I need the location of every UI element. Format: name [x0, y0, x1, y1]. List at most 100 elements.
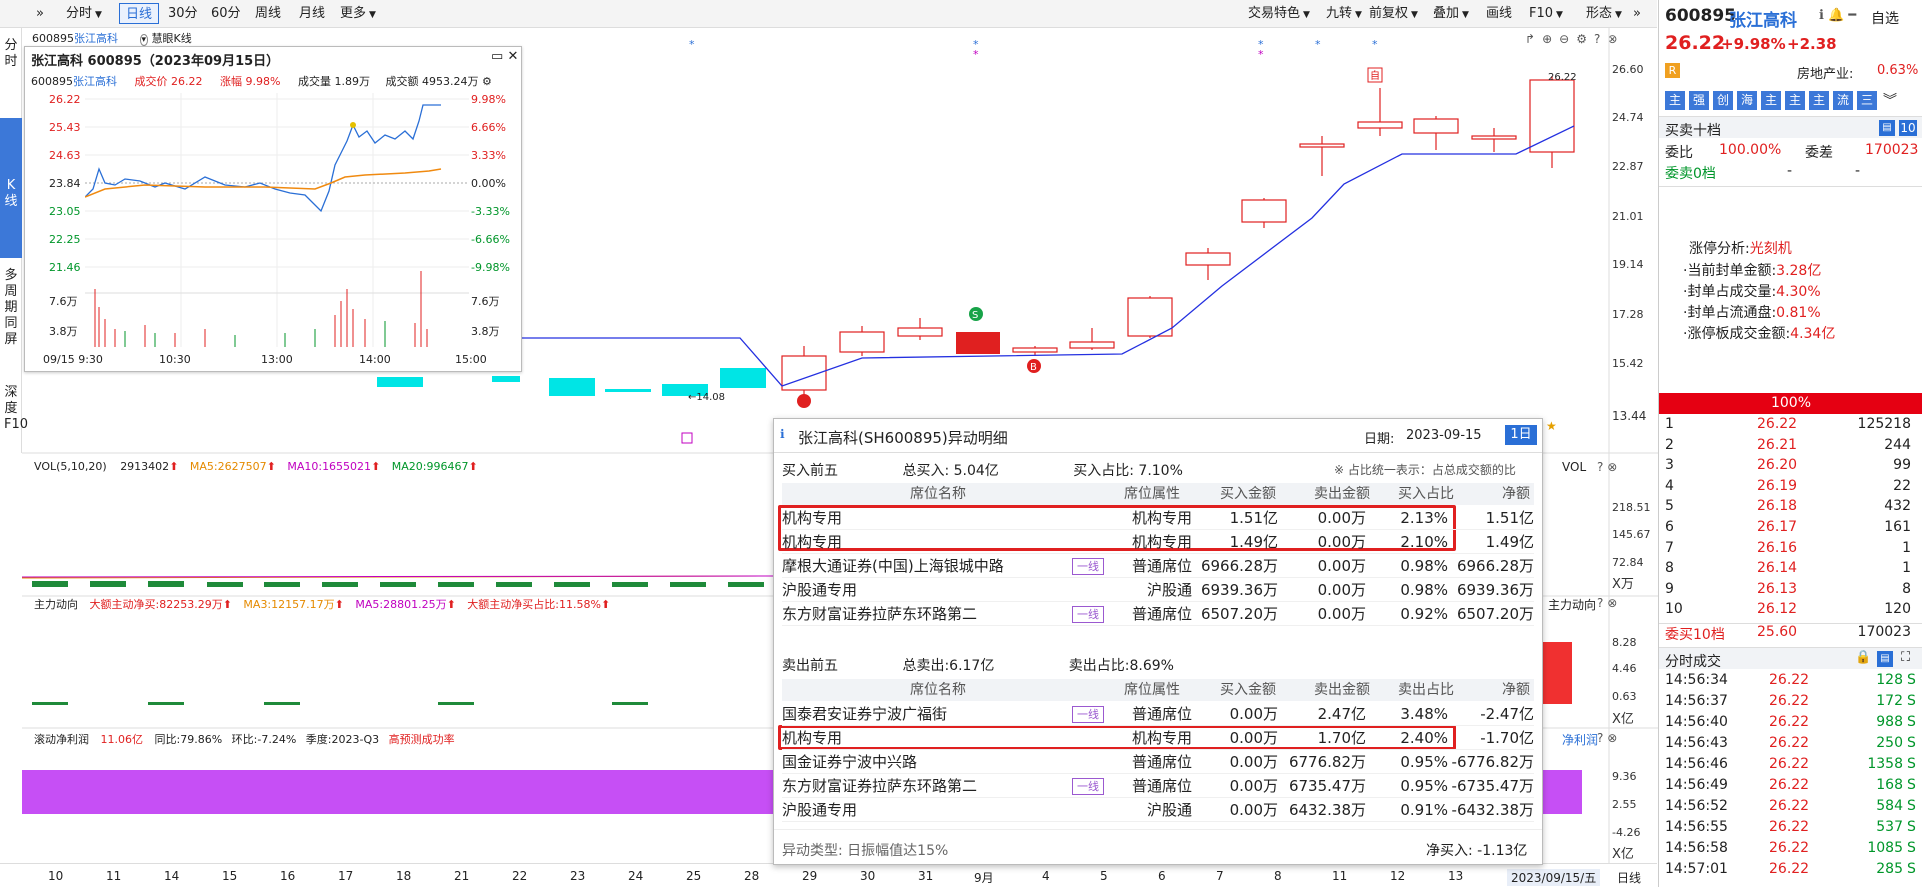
table-row[interactable]: 东方财富证券拉萨东环路第二 一线 普通席位 6507.20万 0.00万 0.92% 650…: [782, 602, 1534, 626]
rp-industry[interactable]: 房地产业:: [1797, 63, 1853, 82]
table-row[interactable]: 沪股通专用 沪股通 0.00万 6432.38万 0.91% -6432.38万: [782, 798, 1534, 822]
info-icon[interactable]: ℹ: [1819, 8, 1824, 23]
tab-side-intraday[interactable]: 分时: [0, 38, 22, 78]
quick-button[interactable]: 主: [1809, 91, 1829, 110]
tab-30min[interactable]: 30分: [162, 3, 204, 24]
ob-depth-button[interactable]: 10: [1899, 120, 1917, 136]
x-period[interactable]: 日线: [1617, 869, 1641, 886]
table-row[interactable]: 国金证券宁波中兴路 普通席位 0.00万 6776.82万 0.95% -6776.82万: [782, 750, 1534, 774]
seat-tag[interactable]: 一线: [1072, 778, 1104, 795]
lock-icon[interactable]: 🔒: [1855, 650, 1871, 665]
seat-name[interactable]: 沪股通专用: [782, 798, 857, 822]
bid-row[interactable]: 5 26.18 432: [1663, 498, 1919, 519]
quick-button[interactable]: 三: [1857, 91, 1877, 110]
menu-adjust[interactable]: 前复权 ▼: [1363, 3, 1424, 24]
chevron-double-down-icon[interactable]: ︾: [1883, 90, 1897, 110]
bid-row[interactable]: 10 26.12 120: [1663, 601, 1919, 622]
table-row[interactable]: 国泰君安证券宁波广福街 一线 普通席位 0.00万 2.47亿 3.48% -2.47亿: [782, 702, 1534, 726]
expand-icon[interactable]: »: [1627, 3, 1647, 24]
tab-intraday[interactable]: 分时 ▼: [60, 3, 108, 24]
quick-button[interactable]: 海: [1737, 91, 1757, 110]
help-icon[interactable]: ?: [1597, 731, 1603, 745]
menu-draw[interactable]: 画线: [1480, 3, 1518, 24]
tick-volume: 168: [1876, 777, 1903, 793]
tab-monthly[interactable]: 月线: [293, 3, 331, 24]
flow-tick: 8.28: [1612, 636, 1637, 649]
close-icon[interactable]: ⊗: [1607, 460, 1617, 474]
bid-volume: 1: [1902, 560, 1911, 577]
collapse-icon[interactable]: »: [30, 3, 50, 24]
menu-overlay[interactable]: 叠加 ▼: [1427, 3, 1475, 24]
tab-weekly[interactable]: 周线: [249, 3, 287, 24]
quick-button[interactable]: 创: [1713, 91, 1733, 110]
tab-side-f10[interactable]: 深度F10: [0, 385, 28, 475]
bid-row[interactable]: 4 26.19 22: [1663, 478, 1919, 499]
tab-more[interactable]: 更多 ▼: [334, 3, 382, 24]
quick-button[interactable]: 主: [1761, 91, 1781, 110]
bid-row[interactable]: 3 26.20 99: [1663, 457, 1919, 478]
bid-volume: 125218: [1857, 416, 1911, 432]
bid-row[interactable]: 7 26.16 1: [1663, 540, 1919, 561]
tick-volume: 285: [1876, 861, 1903, 877]
seat-name[interactable]: 机构专用: [782, 506, 842, 530]
menu-f10[interactable]: F10 ▼: [1523, 3, 1569, 24]
menu-trade-features[interactable]: 交易特色 ▼: [1242, 3, 1316, 24]
table-row[interactable]: 机构专用 机构专用 1.49亿 0.00万 2.10% 1.49亿: [782, 530, 1534, 554]
menu-jiuzhuan[interactable]: 九转 ▼: [1320, 3, 1368, 24]
period-button[interactable]: 1日: [1505, 425, 1537, 445]
seat-tag[interactable]: 一线: [1072, 706, 1104, 723]
menu-pattern[interactable]: 形态 ▼: [1580, 3, 1628, 24]
seat-tag[interactable]: 一线: [1072, 606, 1104, 623]
mini-axis-tick: 26.22: [49, 93, 81, 106]
minimize-icon[interactable]: ▭: [491, 49, 503, 64]
seat-name[interactable]: 机构专用: [782, 530, 842, 554]
table-row[interactable]: 机构专用 机构专用 1.51亿 0.00万 2.13% 1.51亿: [782, 506, 1534, 530]
close-icon[interactable]: ⊗: [1607, 596, 1617, 610]
price-tick: 26.60: [1612, 63, 1644, 76]
seat-name[interactable]: 国金证券宁波中兴路: [782, 750, 917, 774]
quick-button[interactable]: 主: [1665, 91, 1685, 110]
seat-name[interactable]: 机构专用: [782, 726, 842, 750]
bid-row[interactable]: 2 26.21 244: [1663, 437, 1919, 458]
bid-level: 8: [1665, 560, 1674, 577]
table-row[interactable]: 摩根大通证券(中国)上海银城中路 一线 普通席位 6966.28万 0.00万 0.98%…: [782, 554, 1534, 578]
quick-button[interactable]: 强: [1689, 91, 1709, 110]
tick-side: S: [1907, 777, 1916, 793]
seat-name[interactable]: 国泰君安证券宁波广福街: [782, 702, 947, 726]
tab-60min[interactable]: 60分: [205, 3, 247, 24]
tab-side-kline[interactable]: K线: [0, 118, 22, 258]
close-icon[interactable]: ✕: [507, 49, 518, 64]
seat-name[interactable]: 东方财富证券拉萨东环路第二: [782, 602, 977, 626]
list-icon[interactable]: ▤: [1877, 651, 1893, 667]
bid-row[interactable]: 6 26.17 161: [1663, 519, 1919, 540]
fullscreen-icon[interactable]: ⛶: [1901, 650, 1910, 665]
seat-name[interactable]: 沪股通专用: [782, 578, 857, 602]
tab-daily[interactable]: 日线: [119, 3, 160, 24]
marker-icon: *: [1315, 38, 1321, 51]
seat-name[interactable]: 摩根大通证券(中国)上海银城中路: [782, 554, 1004, 578]
bid-row[interactable]: 9 26.13 8: [1663, 581, 1919, 602]
price-tick: 15.42: [1612, 357, 1644, 370]
bid-row[interactable]: 1 26.22 125218: [1663, 416, 1919, 437]
list-icon[interactable]: ▤: [1879, 120, 1895, 136]
bid-row[interactable]: 8 26.14 1: [1663, 560, 1919, 581]
quick-button[interactable]: 主: [1785, 91, 1805, 110]
tick-side: S: [1907, 840, 1916, 856]
table-row[interactable]: 机构专用 机构专用 0.00万 1.70亿 2.40% -1.70亿: [782, 726, 1534, 750]
seat-name[interactable]: 东方财富证券拉萨东环路第二: [782, 774, 977, 798]
table-row[interactable]: 沪股通专用 沪股通 6939.36万 0.00万 0.98% 6939.36万: [782, 578, 1534, 602]
minus-icon[interactable]: ━: [1848, 8, 1856, 23]
help-icon[interactable]: ?: [1597, 596, 1603, 610]
table-row[interactable]: 东方财富证券拉萨东环路第二 一线 普通席位 0.00万 6735.47万 0.95% -67…: [782, 774, 1534, 798]
close-icon[interactable]: ⊗: [1607, 731, 1617, 745]
quick-button[interactable]: 流: [1833, 91, 1853, 110]
watch-button[interactable]: 自选: [1871, 8, 1899, 28]
bell-icon[interactable]: 🔔: [1828, 8, 1844, 23]
tab-side-multi-period[interactable]: 多周期同屏: [0, 268, 22, 366]
seat-tag[interactable]: 一线: [1072, 558, 1104, 575]
buy-amount: 6966.28万: [1200, 557, 1278, 575]
help-icon[interactable]: ?: [1597, 460, 1603, 474]
tab-intraday-label: 分时: [66, 6, 93, 21]
mini-axis-tick: 25.43: [49, 121, 81, 134]
settings-icon[interactable]: ⚙: [482, 75, 492, 88]
